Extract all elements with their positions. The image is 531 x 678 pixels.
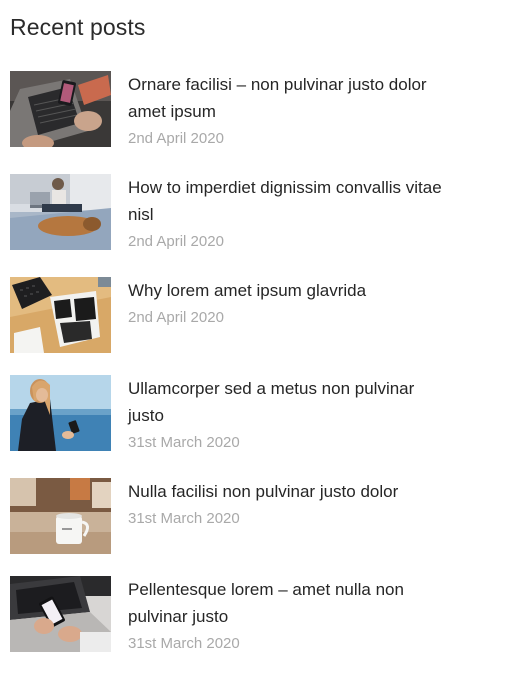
post-title-link[interactable]: Pellentesque lorem – amet nulla non pulv…	[128, 576, 448, 630]
post-thumbnail[interactable]	[10, 478, 111, 554]
post-thumbnail[interactable]	[10, 375, 111, 451]
post-thumbnail[interactable]	[10, 71, 111, 147]
post-item: Nulla facilisi non pulvinar justo dolor …	[10, 478, 510, 558]
post-date: 31st March 2020	[128, 635, 240, 652]
laptop-phone-photo-icon	[10, 71, 111, 147]
post-date: 2nd April 2020	[128, 233, 224, 250]
desk-keyboard-photo-icon	[10, 277, 111, 353]
post-title-link[interactable]: Ullamcorper sed a metus non pulvinar jus…	[128, 375, 448, 429]
post-thumbnail[interactable]	[10, 174, 111, 250]
post-item: Why lorem amet ipsum glavrida 2nd April …	[10, 277, 510, 357]
post-title-link[interactable]: Ornare facilisi – non pulvinar justo dol…	[128, 71, 448, 125]
widget-title: Recent posts	[10, 14, 146, 40]
woman-laptop-dog-photo-icon	[10, 174, 111, 250]
post-item: Ullamcorper sed a metus non pulvinar jus…	[10, 375, 510, 455]
post-title-link[interactable]: Nulla facilisi non pulvinar justo dolor	[128, 478, 448, 505]
post-item: How to imperdiet dignissim convallis vit…	[10, 174, 510, 254]
post-date: 31st March 2020	[128, 434, 240, 451]
hands-phone-laptop-photo-icon	[10, 576, 111, 652]
post-date: 2nd April 2020	[128, 130, 224, 147]
post-item: Ornare facilisi – non pulvinar justo dol…	[10, 71, 510, 151]
coffee-mug-photo-icon	[10, 478, 111, 554]
post-date: 31st March 2020	[128, 510, 240, 527]
post-title-link[interactable]: How to imperdiet dignissim convallis vit…	[128, 174, 448, 228]
post-thumbnail[interactable]	[10, 277, 111, 353]
post-thumbnail[interactable]	[10, 576, 111, 652]
woman-sea-phone-photo-icon	[10, 375, 111, 451]
post-date: 2nd April 2020	[128, 309, 224, 326]
post-item: Pellentesque lorem – amet nulla non pulv…	[10, 576, 510, 656]
post-title-link[interactable]: Why lorem amet ipsum glavrida	[128, 277, 448, 304]
